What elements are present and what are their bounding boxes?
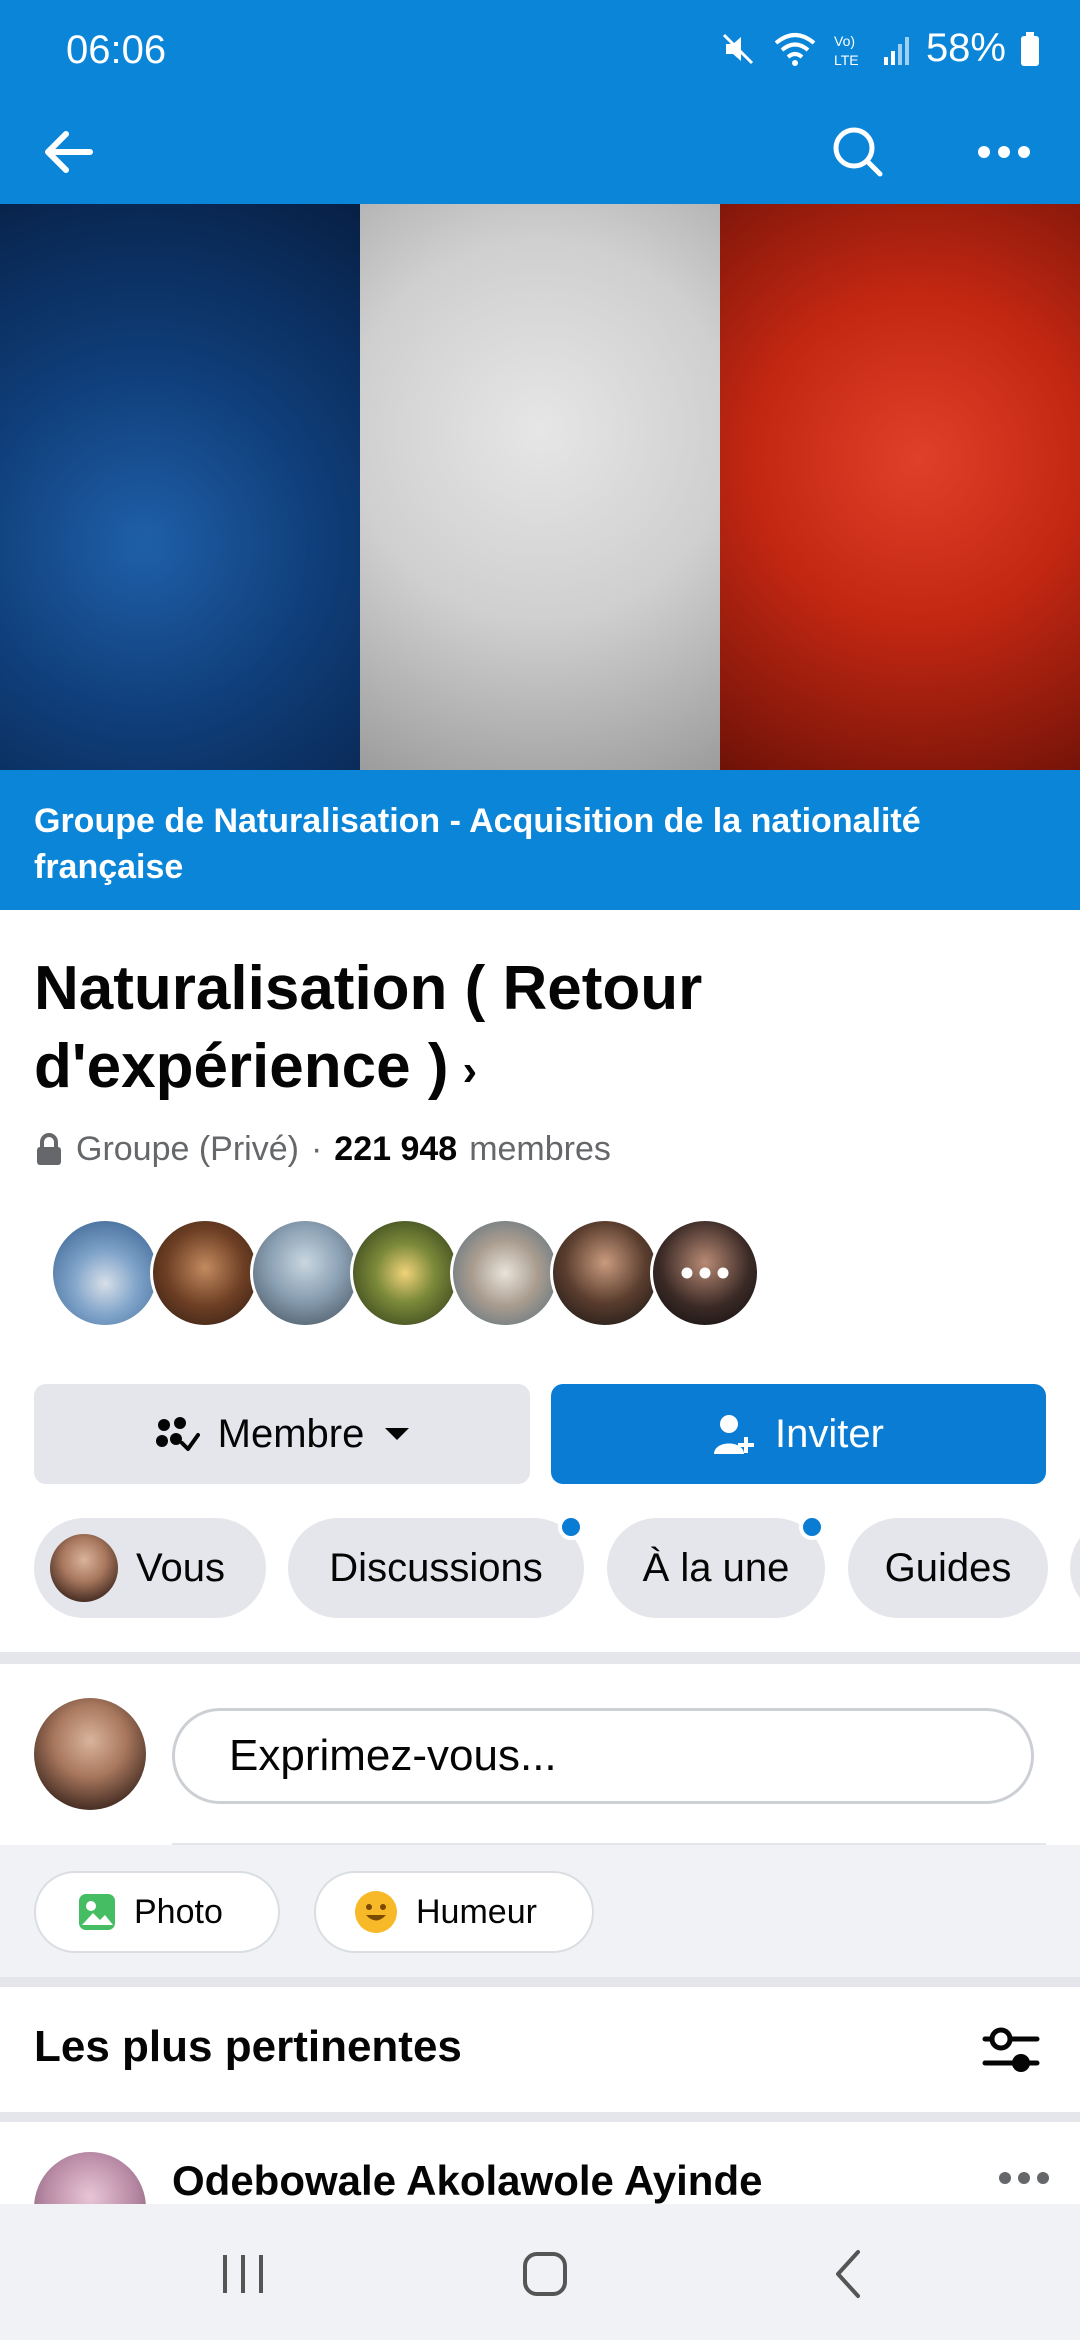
svg-text:LTE: LTE — [834, 52, 859, 68]
search-button[interactable] — [820, 114, 896, 190]
volte-icon: Vo) LTE — [832, 29, 868, 69]
home-button[interactable] — [500, 2234, 590, 2314]
arrow-left-icon — [45, 131, 93, 173]
avatar — [50, 1534, 118, 1602]
group-banner: Groupe de Naturalisation - Acquisition d… — [0, 770, 1080, 910]
group-tabs: Vous Discussions À la une Guides — [34, 1518, 1080, 1620]
flag-red-stripe — [720, 204, 1080, 770]
back-button[interactable] — [30, 118, 106, 186]
tab-label: Vous — [136, 1545, 225, 1590]
flag-white-stripe — [360, 204, 720, 770]
recent-apps-button[interactable] — [200, 2234, 286, 2314]
status-icons: Vo) LTE 58% — [718, 26, 1040, 71]
divider — [0, 2112, 1080, 2122]
notification-dot — [558, 1518, 584, 1540]
caret-down-icon — [385, 1428, 410, 1440]
add-person-icon — [714, 1415, 755, 1454]
flag-blue-stripe — [0, 204, 360, 770]
tab-featured[interactable]: À la une — [607, 1518, 825, 1618]
more-options-button[interactable] — [966, 114, 1042, 190]
post-more-button[interactable] — [994, 2158, 1054, 2198]
composer-chips: Photo Humeur — [0, 1845, 1080, 1977]
tab-label: Discussions — [329, 1545, 543, 1590]
search-icon — [833, 127, 883, 177]
tab-label: À la une — [642, 1545, 790, 1590]
photo-icon — [79, 1894, 115, 1930]
mute-icon — [718, 29, 758, 69]
tab-guides[interactable]: Guides — [848, 1518, 1048, 1618]
member-avatar[interactable] — [350, 1218, 460, 1328]
member-count: 221 948 — [334, 1130, 458, 1168]
status-time: 06:06 — [66, 28, 167, 72]
feed-filter-button[interactable] — [978, 2020, 1044, 2082]
group-privacy: Groupe (Privé) — [76, 1130, 299, 1168]
member-button-label: Membre — [217, 1411, 365, 1456]
group-title: Naturalisation ( Retour d'expérience ) — [34, 954, 703, 1101]
chevron-left-icon — [836, 2250, 860, 2298]
member-avatar[interactable] — [50, 1218, 160, 1328]
photo-chip[interactable]: Photo — [34, 1871, 280, 1953]
members-label: membres — [469, 1130, 611, 1168]
group-title-link[interactable]: Naturalisation ( Retour d'expérience ) › — [34, 950, 934, 1110]
signal-icon — [882, 29, 912, 69]
more-horizontal-icon — [681, 1267, 729, 1279]
member-avatar[interactable] — [150, 1218, 260, 1328]
member-avatar[interactable] — [250, 1218, 360, 1328]
system-back-button[interactable] — [808, 2234, 888, 2314]
meta-separator: · — [310, 1130, 323, 1168]
smiley-icon — [355, 1891, 397, 1933]
avatar[interactable] — [34, 1698, 146, 1810]
invite-button[interactable]: Inviter — [551, 1384, 1046, 1484]
member-button[interactable]: Membre — [34, 1384, 530, 1484]
battery-icon — [1020, 31, 1040, 67]
tab-you[interactable]: Vous — [34, 1518, 266, 1618]
status-bar: 06:06 Vo) LTE 58% — [0, 0, 1080, 100]
more-members-avatar[interactable] — [650, 1218, 760, 1328]
top-app-bar — [0, 100, 1080, 204]
divider — [0, 1652, 1080, 1664]
more-horizontal-icon — [978, 146, 1030, 158]
home-icon — [523, 2252, 567, 2296]
svg-text:Vo): Vo) — [834, 33, 855, 49]
group-meta: Groupe (Privé) · 221 948 membres — [34, 1130, 611, 1169]
group-cover-photo[interactable] — [0, 204, 1080, 770]
battery-percent: 58% — [925, 26, 1006, 70]
more-horizontal-icon — [999, 2172, 1049, 2184]
member-avatar[interactable] — [450, 1218, 560, 1328]
wifi-icon — [772, 29, 818, 69]
chevron-right-icon: › — [462, 1045, 478, 1095]
recent-apps-icon — [223, 2255, 263, 2293]
post-composer-input[interactable]: Exprimez-vous... — [172, 1708, 1034, 1804]
tab-label: Guides — [884, 1545, 1012, 1590]
member-avatars[interactable] — [50, 1218, 760, 1332]
lock-icon — [37, 1132, 61, 1165]
tab-more[interactable] — [1070, 1518, 1080, 1618]
mood-chip[interactable]: Humeur — [314, 1871, 594, 1953]
post-author-name[interactable]: Odebowale Akolawole Ayinde — [172, 2157, 762, 2205]
composer-placeholder: Exprimez-vous... — [229, 1731, 557, 1780]
invite-button-label: Inviter — [775, 1411, 884, 1456]
notification-dot — [799, 1518, 825, 1540]
photo-chip-label: Photo — [134, 1892, 223, 1931]
tab-discussions[interactable]: Discussions — [288, 1518, 584, 1618]
member-avatar[interactable] — [550, 1218, 660, 1328]
system-navigation-bar — [0, 2204, 1080, 2340]
sliders-icon — [982, 2027, 1040, 2072]
feed-sort-title: Les plus pertinentes — [34, 2022, 462, 2071]
group-members-icon — [155, 1417, 200, 1451]
mood-chip-label: Humeur — [416, 1892, 537, 1931]
divider — [0, 1977, 1080, 1987]
